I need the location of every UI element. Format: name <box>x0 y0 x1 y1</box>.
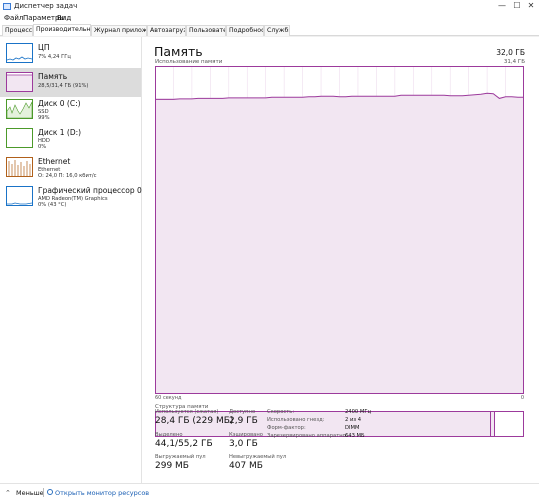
chevron-up-icon[interactable]: ⌃ <box>5 489 11 497</box>
maximize-button[interactable]: ☐ <box>510 0 524 13</box>
x-axis-start: 60 секунд <box>155 395 182 401</box>
sidebar-item-label: Диск 0 (C:) <box>38 99 81 108</box>
task-manager-icon <box>3 3 11 10</box>
disk-graph-icon <box>6 99 33 119</box>
gpu-graph-icon <box>6 186 33 206</box>
footer: ⌃ Меньше Открыть монитор ресурсов <box>0 483 539 500</box>
memory-usage-chart <box>155 66 524 394</box>
spec-row: Использовано гнезд: 2 из 4 <box>267 417 467 425</box>
window-title: Диспетчер задач <box>14 2 78 10</box>
resource-monitor-icon[interactable] <box>47 489 53 495</box>
x-axis-end: 0 <box>520 395 524 401</box>
sidebar-item-detail: О: 24,0 П: 16,0 кбит/с <box>38 173 97 179</box>
sidebar-item-disk1[interactable]: Диск 1 (D:) HDD 0% <box>0 124 141 153</box>
tab-users[interactable]: Пользователи <box>186 25 226 36</box>
spec-key: Скорость: <box>267 409 295 415</box>
stat-paged-pool: Выгружаемый пул 299 МБ <box>155 454 206 471</box>
disk-graph-icon <box>6 128 33 148</box>
stat-label: Кэшировано <box>229 432 263 438</box>
close-button[interactable]: ✕ <box>524 0 538 13</box>
spec-value: 2 из 4 <box>345 417 362 423</box>
stat-value: 3,0 ГБ <box>229 439 258 449</box>
tab-startup[interactable]: Автозагрузка <box>147 25 186 36</box>
stat-label: Выгружаемый пул <box>155 454 206 460</box>
title-bar: Диспетчер задач — ☐ ✕ <box>0 0 539 13</box>
tab-app-history[interactable]: Журнал приложений <box>91 25 147 36</box>
stat-label: Используется (сжатая) <box>155 409 219 415</box>
spec-row: Скорость: 2400 МГц <box>267 409 467 417</box>
tab-strip: Процессы Производительность Журнал прило… <box>0 24 539 36</box>
stat-label: Доступно <box>229 409 256 415</box>
spec-key: Зарезервировано аппаратно: <box>267 433 348 439</box>
menu-bar: Файл Параметры Вид <box>0 13 539 24</box>
spec-key: Форм-фактор: <box>267 425 306 431</box>
sidebar-item-gpu[interactable]: Графический процессор 0 AMD Radeon(TM) G… <box>0 182 142 211</box>
tab-details[interactable]: Подробности <box>226 25 264 36</box>
open-resource-monitor-link[interactable]: Открыть монитор ресурсов <box>55 489 149 497</box>
spec-row: Форм-фактор: DIMM <box>267 425 467 433</box>
spec-key: Использовано гнезд: <box>267 417 325 423</box>
sidebar-item-disk0[interactable]: Диск 0 (C:) SSD 99% <box>0 95 141 124</box>
stat-value: 44,1/55,2 ГБ <box>155 439 213 449</box>
tab-processes[interactable]: Процессы <box>2 25 33 36</box>
spec-value: 643 МБ <box>345 433 365 439</box>
stat-cached: Кэшировано 3,0 ГБ <box>229 432 263 449</box>
stat-non-paged-pool: Невыгружаемый пул 407 МБ <box>229 454 286 471</box>
sidebar-item-label: Ethernet <box>38 157 71 166</box>
stat-label: Невыгружаемый пул <box>229 454 287 460</box>
spec-row: Зарезервировано аппаратно: 643 МБ <box>267 433 467 441</box>
cpu-graph-icon <box>6 43 33 63</box>
memory-graph-icon <box>6 72 33 92</box>
stat-value: 299 МБ <box>155 461 189 471</box>
stat-value: 2,9 ГБ <box>229 416 258 426</box>
sidebar: ЦП 7% 4,24 ГГц Память 28,5/31,4 ГБ (91%)… <box>0 37 142 483</box>
stat-label: Выделено <box>155 432 183 438</box>
stat-available: Доступно 2,9 ГБ <box>229 409 258 426</box>
spec-value: DIMM <box>345 425 360 431</box>
footer-divider <box>43 488 44 497</box>
chart-max-label: 31,4 ГБ <box>503 59 525 65</box>
menu-view[interactable]: Вид <box>57 14 71 22</box>
stat-value: 28,4 ГБ (229 МБ) <box>155 416 234 426</box>
spec-value: 2400 МГц <box>345 409 372 415</box>
memory-panel: Память 32,0 ГБ Использование памяти 31,4… <box>142 37 539 483</box>
page-title: Память <box>154 44 203 59</box>
minimize-button[interactable]: — <box>495 0 509 13</box>
stat-committed: Выделено 44,1/55,2 ГБ <box>155 432 213 449</box>
sidebar-item-detail: 28,5/31,4 ГБ (91%) <box>38 83 89 89</box>
tab-services[interactable]: Службы <box>264 25 290 36</box>
chart-label: Использование памяти <box>155 59 223 65</box>
sidebar-item-label: ЦП <box>38 43 50 52</box>
ethernet-graph-icon <box>6 157 33 177</box>
total-memory: 32,0 ГБ <box>496 48 525 57</box>
sidebar-item-label: Память <box>38 72 68 81</box>
sidebar-item-detail: 99% <box>38 115 50 121</box>
memory-composition-modified <box>491 412 495 436</box>
sidebar-item-cpu[interactable]: ЦП 7% 4,24 ГГц <box>0 39 141 68</box>
stat-in-use: Используется (сжатая) 28,4 ГБ (229 МБ) <box>155 409 233 426</box>
menu-file[interactable]: Файл <box>4 14 23 22</box>
sidebar-item-label: Графический процессор 0 <box>38 186 142 195</box>
tab-performance[interactable]: Производительность <box>33 24 91 36</box>
sidebar-item-label: Диск 1 (D:) <box>38 128 82 137</box>
sidebar-item-detail: 7% 4,24 ГГц <box>38 54 71 60</box>
sidebar-item-memory[interactable]: Память 28,5/31,4 ГБ (91%) <box>0 68 141 97</box>
sidebar-item-detail: 0% (43 °C) <box>38 202 67 208</box>
memory-usage-area <box>155 93 524 394</box>
stat-value: 407 МБ <box>229 461 263 471</box>
fewer-details-button[interactable]: Меньше <box>16 489 44 497</box>
sidebar-item-detail: 0% <box>38 144 47 150</box>
sidebar-item-ethernet[interactable]: Ethernet Ethernet О: 24,0 П: 16,0 кбит/с <box>0 153 141 182</box>
